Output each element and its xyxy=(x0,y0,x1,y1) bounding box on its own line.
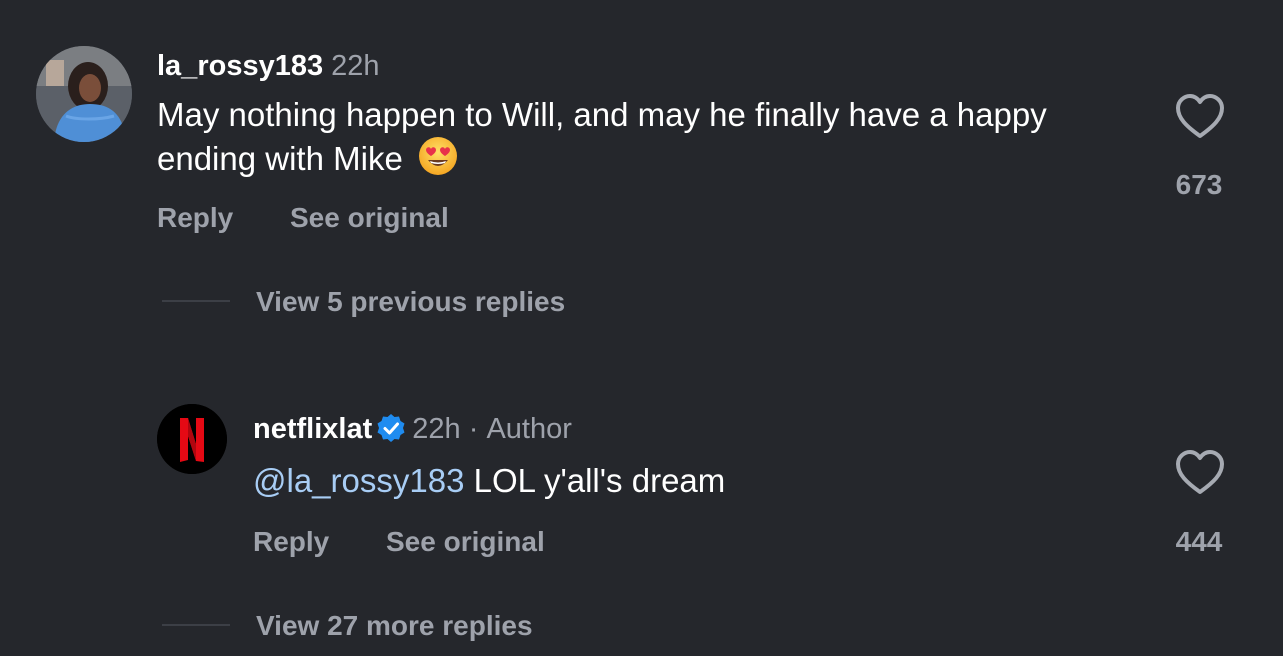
reply-button[interactable]: Reply xyxy=(253,525,329,559)
reply-body: LOL y'all's dream xyxy=(464,462,726,499)
like-heart-icon[interactable] xyxy=(1174,92,1226,140)
see-original-button[interactable]: See original xyxy=(386,525,545,559)
username[interactable]: la_rossy183 xyxy=(157,50,323,82)
like-count: 444 xyxy=(1175,526,1223,557)
thread-divider xyxy=(162,624,230,626)
reply-text: @la_rossy183 LOL y'all's dream xyxy=(253,459,725,502)
view-more-replies-link[interactable]: View 27 more replies xyxy=(256,609,533,643)
comment-time: 22h xyxy=(331,50,380,82)
username[interactable]: netflixlat xyxy=(253,413,372,445)
mention-link[interactable]: @la_rossy183 xyxy=(253,462,464,499)
avatar-photo xyxy=(36,46,132,142)
netflix-avatar[interactable] xyxy=(157,404,227,474)
thread-divider xyxy=(162,300,230,302)
like-count: 673 xyxy=(1175,169,1223,200)
separator-dot: · xyxy=(468,413,479,445)
user-avatar[interactable] xyxy=(36,46,132,142)
comment-body: May nothing happen to Will, and may he f… xyxy=(157,96,1047,177)
verified-badge-icon xyxy=(377,414,405,442)
reply-header: netflixlat 22h · Author xyxy=(253,411,572,447)
heart-eyes-emoji-icon xyxy=(418,137,457,175)
comment-text: May nothing happen to Will, and may he f… xyxy=(157,93,1117,180)
netflix-logo-icon xyxy=(157,404,227,474)
view-previous-replies-link[interactable]: View 5 previous replies xyxy=(256,285,565,319)
see-original-button[interactable]: See original xyxy=(290,201,449,235)
like-heart-icon[interactable] xyxy=(1174,448,1226,496)
reply-time: 22h xyxy=(412,413,461,445)
author-badge: Author xyxy=(486,413,572,445)
comment-header: la_rossy183 22h xyxy=(157,48,380,84)
reply-button[interactable]: Reply xyxy=(157,201,233,235)
